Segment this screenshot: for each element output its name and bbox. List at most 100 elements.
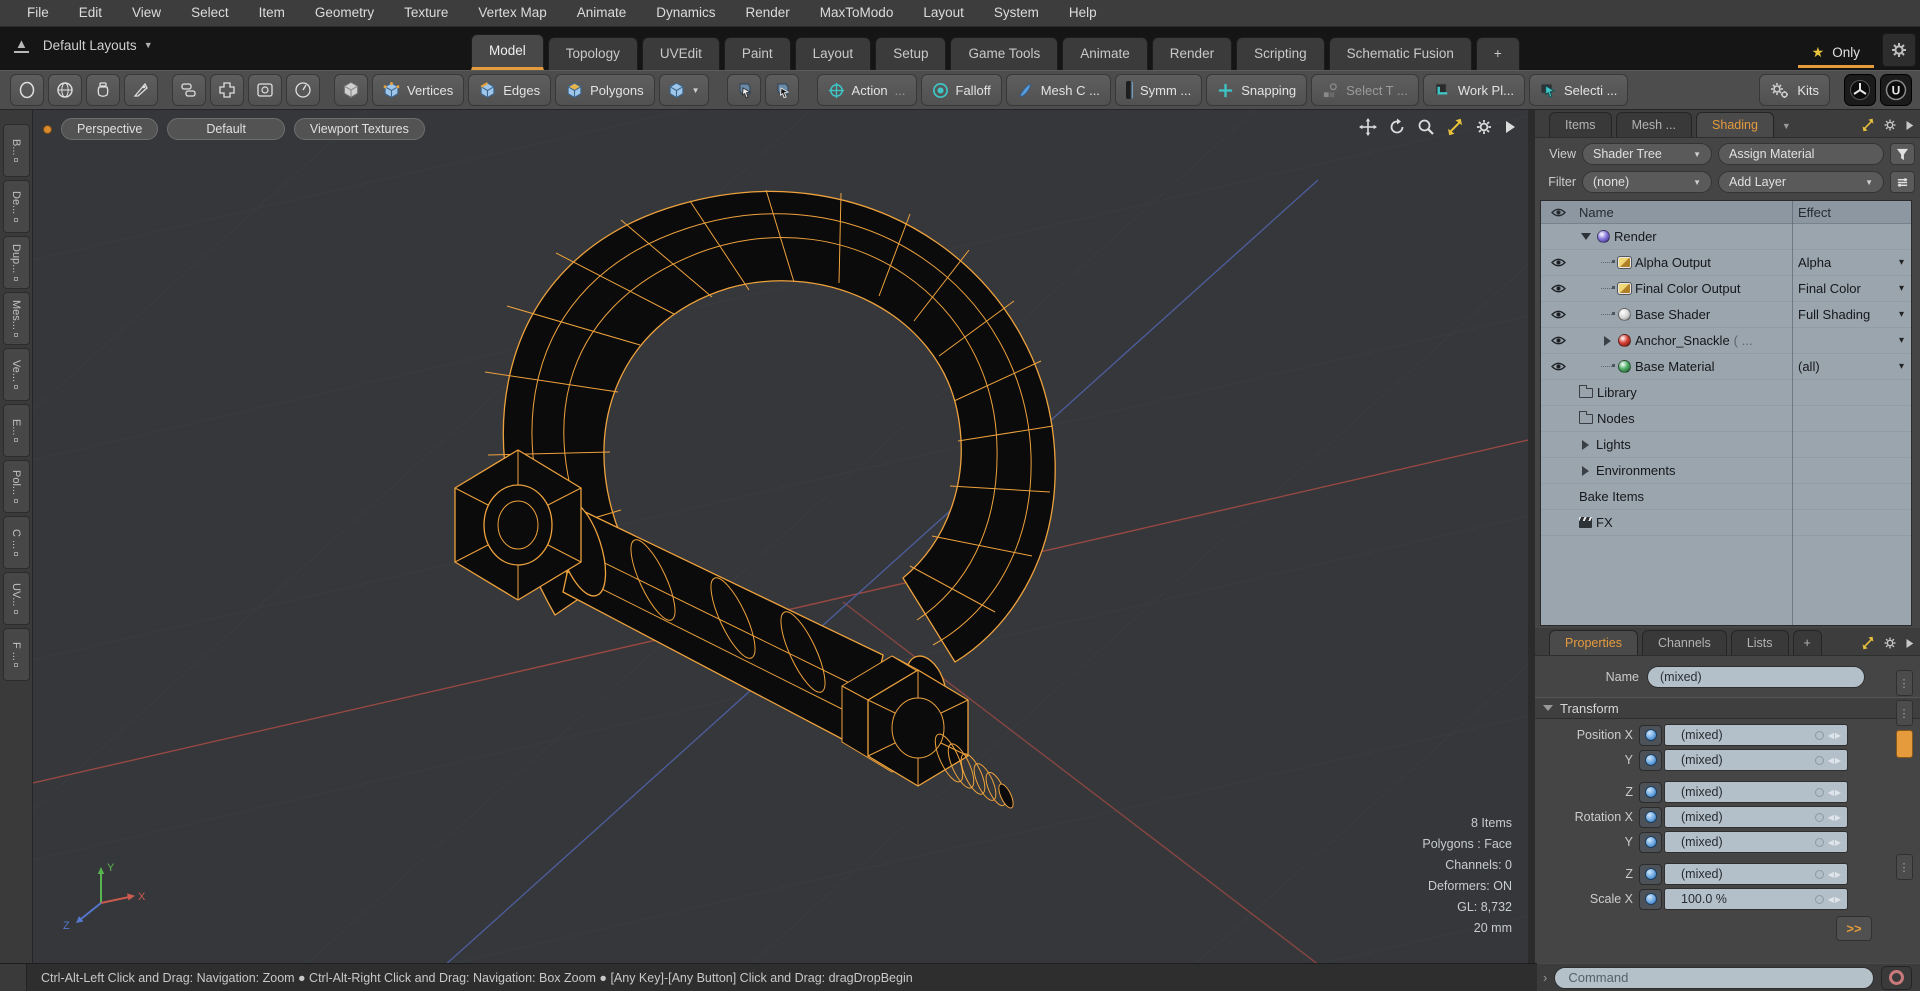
value-field[interactable]: (mixed): [1664, 749, 1848, 771]
command-input[interactable]: Command: [1554, 966, 1874, 989]
viewport-textures-button[interactable]: Viewport Textures: [293, 118, 425, 140]
zoom-icon[interactable]: [1417, 118, 1435, 136]
tab-lists[interactable]: Lists: [1730, 630, 1789, 655]
channel-toggle[interactable]: [1639, 806, 1662, 828]
chevron-down-icon[interactable]: ▼: [1782, 121, 1791, 131]
mini-slider-arrows-icon[interactable]: [1828, 731, 1842, 740]
menu-item[interactable]: Texture: [389, 0, 463, 26]
effect-dropdown-caret[interactable]: ▾: [1899, 335, 1904, 346]
channel-toggle[interactable]: [1639, 749, 1662, 771]
effect-dropdown-caret[interactable]: ▾: [1899, 283, 1904, 294]
shader-tree-row[interactable]: Library: [1541, 380, 1911, 406]
shader-tree-row[interactable]: Environments: [1541, 458, 1911, 484]
kits-button[interactable]: Kits: [1759, 74, 1830, 106]
layout-tab[interactable]: Paint: [723, 37, 791, 70]
layout-tab[interactable]: Game Tools: [950, 37, 1059, 70]
mini-dial-icon[interactable]: [1814, 894, 1824, 904]
mini-dial-icon[interactable]: [1814, 755, 1824, 765]
gear-icon[interactable]: [1883, 118, 1897, 132]
gear-icon[interactable]: [1883, 636, 1897, 650]
symmetry-button[interactable]: Symm ...: [1114, 74, 1203, 106]
tab-shading[interactable]: Shading: [1696, 112, 1774, 137]
menu-item[interactable]: Select: [176, 0, 244, 26]
mini-slider-arrows-icon[interactable]: [1828, 788, 1842, 797]
mini-dial-icon[interactable]: [1814, 869, 1824, 879]
menu-item[interactable]: Vertex Map: [463, 0, 561, 26]
selection-sets-button[interactable]: Selecti ...: [1528, 74, 1629, 106]
effect-column-header[interactable]: Effect: [1791, 205, 1911, 220]
3d-viewport[interactable]: Perspective Default Viewport Textures 8 …: [33, 110, 1528, 963]
mini-dial-icon[interactable]: [1814, 812, 1824, 822]
strip-handle[interactable]: [1895, 854, 1913, 880]
pan-icon[interactable]: [1359, 118, 1377, 136]
shader-tree-row[interactable]: Final Color Output Final Color ▾: [1541, 276, 1911, 302]
visibility-column-eye-icon[interactable]: [1550, 207, 1566, 218]
layouts-dropdown[interactable]: Default Layouts ▼: [43, 38, 153, 53]
work-plane-button[interactable]: Work Pl...: [1422, 74, 1525, 106]
visibility-eye-icon[interactable]: [1550, 283, 1566, 294]
strip-handle[interactable]: [1895, 700, 1913, 726]
maximize-icon[interactable]: [1446, 118, 1464, 136]
layer-options-button[interactable]: [1890, 171, 1915, 193]
primitive-sphere-button[interactable]: [10, 74, 44, 106]
value-field[interactable]: (mixed): [1664, 724, 1848, 746]
panel-options-arrow-icon[interactable]: [1905, 120, 1914, 131]
mini-dial-icon[interactable]: [1814, 837, 1824, 847]
axis-tool-button[interactable]: [210, 74, 244, 106]
menu-item[interactable]: Edit: [64, 0, 117, 26]
maximize-icon[interactable]: [1861, 118, 1875, 132]
value-field[interactable]: (mixed): [1664, 781, 1848, 803]
rotate-icon[interactable]: [1388, 118, 1406, 136]
effect-dropdown-caret[interactable]: ▾: [1899, 309, 1904, 320]
layout-tab[interactable]: Animate: [1062, 37, 1148, 70]
primitive-jar-button[interactable]: [86, 74, 120, 106]
toolbox-tab[interactable]: Mes...: [2, 292, 30, 345]
shader-tree-row[interactable]: Lights: [1541, 432, 1911, 458]
layout-tab[interactable]: Setup: [875, 37, 947, 70]
assign-material-button[interactable]: Assign Material: [1718, 143, 1884, 165]
toolbox-tab[interactable]: F ...: [2, 628, 30, 681]
pen-tool-button[interactable]: [124, 74, 158, 106]
toolbox-tab[interactable]: E...: [2, 404, 30, 457]
channel-toggle[interactable]: [1639, 781, 1662, 803]
layout-tab[interactable]: Topology: [547, 37, 638, 70]
shader-tree-row[interactable]: Base Material (all) ▾: [1541, 354, 1911, 380]
value-field[interactable]: (mixed): [1664, 831, 1848, 853]
visibility-eye-icon[interactable]: [1550, 335, 1566, 346]
menu-item[interactable]: Layout: [908, 0, 979, 26]
toolbox-tab[interactable]: Pol...: [2, 460, 30, 513]
shading-preset-button[interactable]: Default: [167, 118, 285, 140]
menu-item[interactable]: Dynamics: [641, 0, 730, 26]
mini-dial-icon[interactable]: [1814, 730, 1824, 740]
unreal-bridge-button[interactable]: U: [1880, 74, 1912, 106]
menu-item[interactable]: Help: [1054, 0, 1112, 26]
filter-funnel-button[interactable]: [1890, 143, 1915, 165]
layout-tab[interactable]: Layout: [794, 37, 872, 70]
scroll-thumb[interactable]: [1895, 730, 1913, 758]
mini-slider-arrows-icon[interactable]: [1828, 813, 1842, 822]
value-field[interactable]: (mixed): [1664, 806, 1848, 828]
effect-dropdown-caret[interactable]: ▾: [1899, 361, 1904, 372]
shader-tree-row[interactable]: Anchor_Snackle ( ... ▾: [1541, 328, 1911, 354]
expand-triangle-icon[interactable]: [1581, 233, 1591, 240]
mini-slider-arrows-icon[interactable]: [1828, 838, 1842, 847]
snapping-button[interactable]: Snapping: [1206, 74, 1308, 106]
gear-icon[interactable]: [1475, 118, 1493, 136]
mini-slider-arrows-icon[interactable]: [1828, 870, 1842, 879]
name-column-header[interactable]: Name: [1575, 205, 1791, 220]
layout-tab[interactable]: Model: [471, 34, 544, 70]
shader-tree-row[interactable]: Alpha Output Alpha ▾: [1541, 250, 1911, 276]
layout-tab[interactable]: +: [1475, 37, 1520, 70]
value-field[interactable]: 100.0 %: [1664, 888, 1848, 910]
visibility-eye-icon[interactable]: [1550, 309, 1566, 320]
region-tool-button[interactable]: [248, 74, 282, 106]
toolbox-tab[interactable]: UV...: [2, 572, 30, 625]
duplicate-tool-button[interactable]: [172, 74, 206, 106]
tab-mesh[interactable]: Mesh ...: [1615, 112, 1693, 137]
mesh-constraints-button[interactable]: Mesh C ...: [1005, 74, 1111, 106]
radial-tool-button[interactable]: [286, 74, 320, 106]
toolbox-tab[interactable]: De...: [2, 180, 30, 233]
command-chevron-icon[interactable]: ›: [1543, 970, 1547, 985]
channel-toggle[interactable]: [1639, 831, 1662, 853]
item-mode-dropdown[interactable]: ▼: [658, 74, 709, 106]
